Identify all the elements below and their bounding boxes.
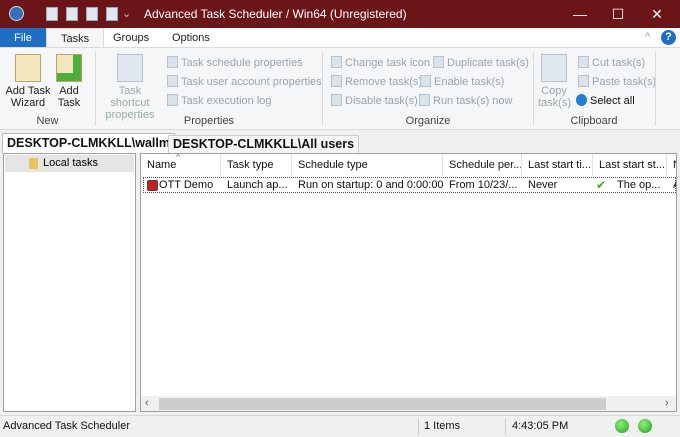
folder-icon: [29, 158, 38, 169]
quick-access-open-icon[interactable]: [66, 7, 78, 21]
paste-icon: [578, 75, 589, 87]
maximize-button[interactable]: ☐: [598, 4, 638, 24]
select-all-icon: [576, 94, 587, 106]
task-shortcut-properties-button[interactable]: Task shortcut properties: [98, 54, 162, 121]
quick-access-new-icon[interactable]: [46, 7, 58, 21]
status-indicator-icon: [615, 419, 629, 433]
group-label-organize: Organize: [405, 115, 451, 127]
column-header-next[interactable]: N: [667, 154, 676, 176]
enable-tasks-button[interactable]: Enable task(s): [420, 75, 504, 89]
task-user-account-properties-button[interactable]: Task user account properties: [167, 75, 322, 89]
check-icon: ✔: [596, 178, 607, 192]
cell-last-start-time: Never: [528, 179, 558, 191]
cell-name: OTT Demo: [159, 179, 214, 191]
horizontal-scrollbar[interactable]: ‹ ›: [141, 396, 676, 411]
column-header-schedule-type[interactable]: Schedule type: [292, 154, 443, 176]
column-header-last-start-status[interactable]: Last start st...: [593, 154, 667, 176]
run-icon: [419, 94, 430, 106]
task-list: ^ Name Task type Schedule type Schedule …: [140, 153, 677, 412]
schedule-icon: [167, 56, 178, 68]
disable-icon: [331, 94, 342, 106]
task-tree: Local tasks: [3, 153, 136, 412]
tree-item-local-tasks[interactable]: Local tasks: [5, 155, 134, 172]
scrollbar-thumb[interactable]: [159, 398, 606, 410]
disable-tasks-button[interactable]: Disable task(s): [331, 94, 418, 108]
tab-file[interactable]: File: [0, 28, 46, 48]
paste-tasks-button[interactable]: Paste task(s): [578, 75, 656, 89]
ribbon: Add Task Wizard Add Task New Task shortc…: [0, 47, 680, 130]
enable-icon: [420, 75, 431, 87]
add-task-wizard-button[interactable]: Add Task Wizard: [3, 54, 53, 109]
status-indicator-icon: [638, 419, 652, 433]
tab-user-wallm[interactable]: DESKTOP-CLMKKLL\wallm: [2, 133, 175, 153]
ribbon-tabs: File Tasks Groups Options ^ ?: [0, 28, 680, 48]
title-bar: ⌄ Advanced Task Scheduler / Win64 (Unreg…: [0, 0, 680, 28]
run-tasks-now-button[interactable]: Run task(s) now: [419, 94, 512, 108]
cell-schedule-type: Run on startup: 0 and 0:00:00: [298, 179, 443, 191]
shortcut-icon: [117, 54, 143, 82]
group-label-properties: Properties: [183, 115, 235, 127]
status-item-count: 1 Items: [424, 420, 461, 432]
quick-access-properties-icon[interactable]: [106, 7, 118, 21]
status-bar: Advanced Task Scheduler 1 Items 4:43:05 …: [0, 415, 680, 437]
collapse-ribbon-icon[interactable]: ^: [645, 31, 650, 43]
change-icon-icon: [331, 56, 342, 68]
copy-tasks-button[interactable]: Copy task(s): [538, 54, 571, 109]
app-icon: [9, 6, 24, 21]
copy-icon: [541, 54, 567, 82]
close-button[interactable]: ✕: [637, 4, 677, 24]
scroll-right-icon[interactable]: ›: [665, 397, 669, 409]
column-header-name[interactable]: Name: [141, 154, 221, 176]
help-icon[interactable]: ?: [661, 30, 676, 45]
main-area: Local tasks ^ Name Task type Schedule ty…: [0, 153, 680, 415]
tab-groups[interactable]: Groups: [99, 28, 163, 48]
status-time: 4:43:05 PM: [512, 420, 569, 432]
group-label-new: New: [36, 115, 59, 127]
quick-access-dropdown-icon[interactable]: ⌄: [122, 7, 131, 20]
select-all-button[interactable]: Select all: [576, 94, 635, 108]
quick-access-save-icon[interactable]: [86, 7, 98, 21]
change-task-icon-button[interactable]: Change task icon: [331, 56, 430, 70]
scroll-left-icon[interactable]: ‹: [145, 397, 149, 409]
duplicate-tasks-button[interactable]: Duplicate task(s): [433, 56, 529, 70]
column-header-schedule-period[interactable]: Schedule per...: [443, 154, 522, 176]
task-schedule-properties-button[interactable]: Task schedule properties: [167, 56, 303, 70]
tab-tasks[interactable]: Tasks: [46, 28, 105, 48]
window-title: Advanced Task Scheduler / Win64 (Unregis…: [144, 7, 407, 21]
status-app-name: Advanced Task Scheduler: [3, 420, 130, 432]
add-task-button[interactable]: Add Task: [53, 54, 85, 109]
add-icon: [56, 54, 82, 82]
minimize-button[interactable]: —: [560, 4, 600, 24]
wizard-icon: [15, 54, 41, 82]
group-label-clipboard: Clipboard: [570, 115, 618, 127]
cell-task-type: Launch ap...: [227, 179, 288, 191]
remove-icon: [331, 75, 342, 87]
remove-tasks-button[interactable]: Remove task(s): [331, 75, 422, 89]
task-execution-log-button[interactable]: Task execution log: [167, 94, 272, 108]
scissors-icon: [578, 56, 589, 68]
cell-next: A: [667, 177, 676, 193]
cut-tasks-button[interactable]: Cut task(s): [578, 56, 645, 70]
column-header-task-type[interactable]: Task type: [221, 154, 292, 176]
column-header-last-start-time[interactable]: Last start ti...: [522, 154, 593, 176]
tab-options[interactable]: Options: [158, 28, 224, 48]
user-icon: [167, 75, 178, 87]
cell-last-start-status: The op...: [617, 179, 661, 191]
cell-schedule-period: From 10/23/...: [449, 179, 518, 191]
user-tabs: DESKTOP-CLMKKLL\wallm DESKTOP-CLMKKLL\Al…: [0, 130, 680, 153]
log-icon: [167, 94, 178, 106]
duplicate-icon: [433, 56, 444, 68]
tab-all-users[interactable]: DESKTOP-CLMKKLL\All users: [168, 135, 360, 153]
